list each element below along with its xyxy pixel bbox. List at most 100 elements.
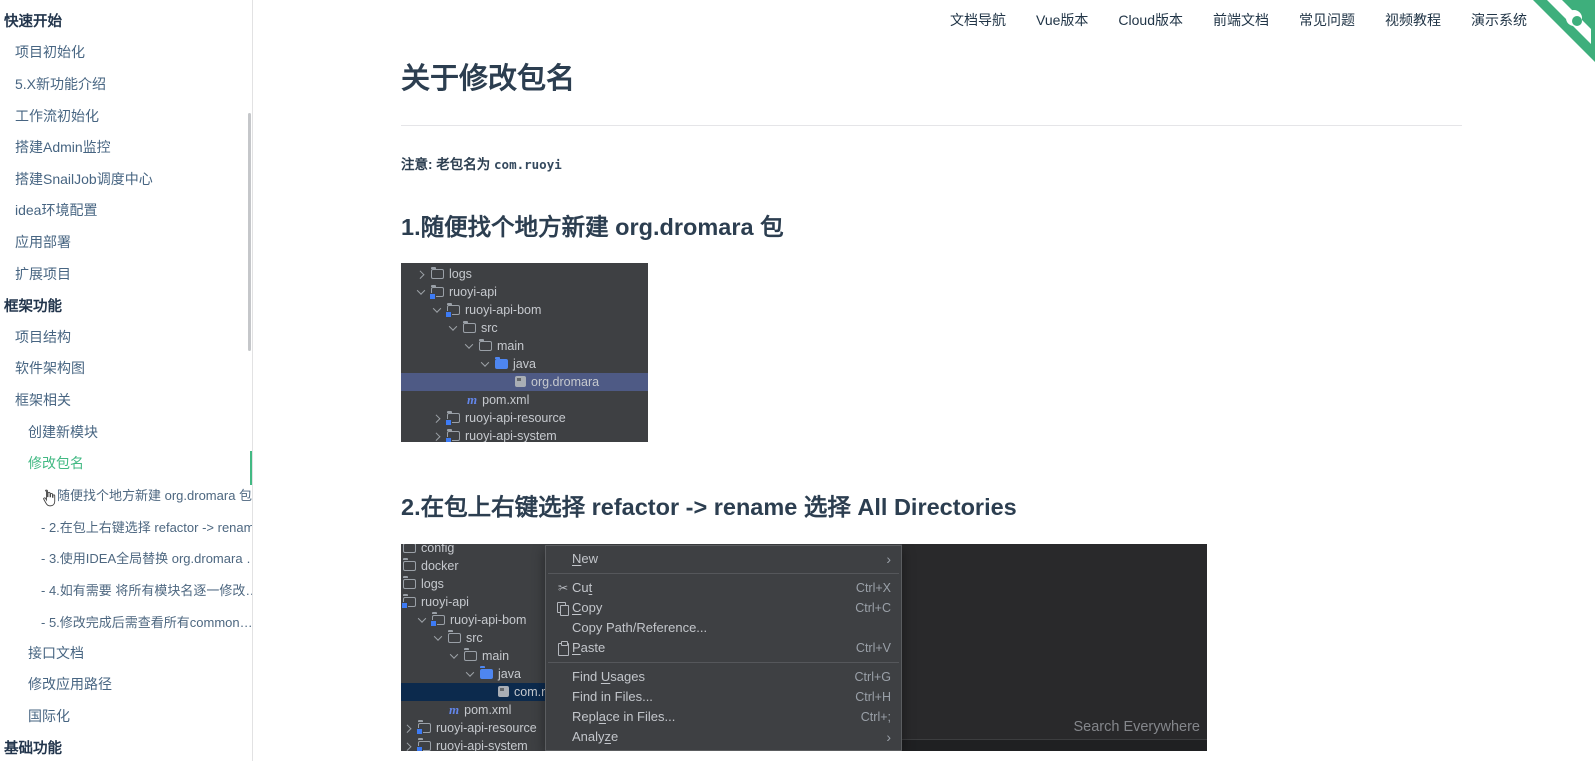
- menu-separator: [548, 573, 899, 574]
- source-folder-icon: [495, 359, 508, 369]
- submenu-arrow-icon: ›: [886, 552, 891, 566]
- nav-link[interactable]: 视频教程: [1385, 10, 1441, 30]
- sidebar-item[interactable]: 框架相关: [0, 384, 252, 416]
- chevron-down-icon: [462, 339, 476, 353]
- hand-cursor-icon: [41, 489, 56, 507]
- sidebar-scrollbar-thumb[interactable]: [248, 113, 251, 351]
- sidebar-item-label: 修改应用路径: [28, 674, 112, 694]
- menu-item: Find in Files...Ctrl+H: [546, 687, 901, 707]
- sidebar-item-label: 软件架构图: [15, 358, 85, 378]
- sidebar-item[interactable]: - 3.使用IDEA全局替换 org.dromara …: [0, 542, 252, 574]
- menu-icon-placeholder: [554, 708, 572, 726]
- sidebar-item-label: 搭建Admin监控: [15, 137, 111, 157]
- sidebar-item[interactable]: 创建新模块: [0, 416, 252, 448]
- tree-item-label: ruoyi-api-resource: [436, 721, 537, 735]
- section-heading-1: 1.随便找个地方新建 org.dromara 包: [401, 213, 1462, 242]
- sidebar-item-label: - 2.在包上右键选择 refactor -> renam…: [41, 517, 253, 536]
- ide-screenshot-1: logsruoyi-apiruoyi-api-bomsrcmainjavaorg…: [401, 263, 648, 442]
- module-folder-icon: [432, 615, 445, 625]
- ide-screenshot-2: configdockerlogsruoyi-apiruoyi-api-bomsr…: [401, 544, 1207, 751]
- tree-item-label: src: [466, 631, 483, 645]
- source-folder-icon: [480, 669, 493, 679]
- corner-ribbon[interactable]: [1533, 0, 1595, 62]
- sidebar-item[interactable]: 工作流初始化: [0, 100, 252, 132]
- tree-row: ruoyi-api-system: [401, 427, 648, 442]
- tree-item-label: ruoyi-api: [449, 285, 497, 299]
- paste-icon: [554, 639, 572, 657]
- sidebar-item-active[interactable]: 修改包名: [0, 447, 252, 479]
- nav-link[interactable]: Vue版本: [1036, 10, 1088, 30]
- menu-icon-placeholder: [554, 688, 572, 706]
- scissors-icon: [554, 579, 572, 597]
- folder-icon: [463, 323, 476, 333]
- tree-row: java: [401, 355, 648, 373]
- tree-item-label: pom.xml: [482, 393, 529, 407]
- menu-icon-placeholder: [554, 668, 572, 686]
- sidebar-item[interactable]: 搭建Admin监控: [0, 131, 252, 163]
- sidebar-item-label: 框架功能: [4, 295, 62, 316]
- sidebar-item-label: idea环境配置: [15, 200, 97, 220]
- sidebar-item[interactable]: 项目初始化: [0, 37, 252, 69]
- menu-shortcut: Ctrl+C: [855, 601, 891, 615]
- sidebar-item-label: 国际化: [28, 706, 70, 726]
- sidebar-item[interactable]: - 5.修改完成后需查看所有common…: [0, 605, 252, 637]
- menu-item-label: Copy Path/Reference...: [572, 620, 707, 635]
- note-line: 注意: 老包名为 com.ruoyi: [401, 153, 1462, 173]
- sidebar-item-label: 搭建SnailJob调度中心: [15, 169, 153, 189]
- sidebar-item-label: 修改包名: [28, 453, 84, 473]
- sidebar-item[interactable]: 5.X新功能介绍: [0, 68, 252, 100]
- sidebar-item[interactable]: 搭建SnailJob调度中心: [0, 163, 252, 195]
- sidebar-item-label: 工作流初始化: [15, 106, 99, 126]
- menu-shortcut: Ctrl+;: [861, 710, 891, 724]
- sidebar-item-label: 项目初始化: [15, 42, 85, 62]
- menu-item: CutCtrl+X: [546, 578, 901, 598]
- sidebar-item[interactable]: 随便找个地方新建 org.dromara 包: [0, 479, 252, 511]
- nav-link[interactable]: 演示系统: [1471, 10, 1527, 30]
- folder-icon: [448, 633, 461, 643]
- tree-row: org.dromara: [401, 373, 648, 391]
- tree-row: ruoyi-api-bom: [401, 301, 648, 319]
- module-folder-icon: [418, 741, 431, 751]
- top-navbar: 文档导航 Vue版本 Cloud版本 前端文档 常见问题 视频教程 演示系统: [253, 0, 1595, 40]
- menu-shortcut: Ctrl+G: [855, 670, 891, 684]
- tree-item-label: src: [481, 321, 498, 335]
- sidebar-item-label: 5.X新功能介绍: [15, 74, 106, 94]
- tree-item-label: logs: [421, 577, 444, 591]
- tree-item-label: ruoyi-api-system: [436, 739, 528, 751]
- sidebar-item[interactable]: 接口文档: [0, 637, 252, 669]
- sidebar-item[interactable]: 修改应用路径: [0, 668, 252, 700]
- sidebar-item[interactable]: - 2.在包上右键选择 refactor -> renam…: [0, 511, 252, 543]
- menu-item-label: New: [572, 551, 598, 566]
- chevron-down-icon: [446, 321, 460, 335]
- sidebar-item[interactable]: 扩展项目: [0, 258, 252, 290]
- menu-item-label: Find Usages: [572, 669, 645, 684]
- chevron-right-icon: [401, 739, 415, 751]
- package-icon: [515, 376, 526, 387]
- nav-link[interactable]: 常见问题: [1299, 10, 1355, 30]
- tree-item-label: main: [482, 649, 509, 663]
- sidebar-item[interactable]: 国际化: [0, 700, 252, 732]
- ide2-editor-area: Search Everywhere: [902, 544, 1207, 751]
- nav-link[interactable]: 文档导航: [950, 10, 1006, 30]
- package-icon: [498, 686, 509, 697]
- sidebar-item[interactable]: 软件架构图: [0, 353, 252, 385]
- sidebar-item[interactable]: - 4.如有需要 将所有模块名逐一修改…: [0, 574, 252, 606]
- tree-item-label: ruoyi-api-bom: [450, 613, 526, 627]
- sidebar-section-title: 基础功能: [0, 732, 252, 761]
- nav-link[interactable]: Cloud版本: [1118, 10, 1183, 30]
- module-folder-icon: [431, 287, 444, 297]
- chevron-right-icon: [401, 721, 415, 735]
- menu-item: New ›: [546, 549, 901, 569]
- menu-icon-placeholder: [554, 619, 572, 637]
- nav-link[interactable]: 前端文档: [1213, 10, 1269, 30]
- folder-icon: [479, 341, 492, 351]
- sidebar-item[interactable]: 项目结构: [0, 321, 252, 353]
- tree-row: ruoyi-api: [401, 283, 648, 301]
- menu-item: Analyze›: [546, 727, 901, 747]
- page-title: 关于修改包名: [401, 62, 1462, 97]
- chevron-down-icon: [431, 631, 445, 645]
- sidebar-item[interactable]: 应用部署: [0, 226, 252, 258]
- menu-item: Copy Path/Reference...: [546, 618, 901, 638]
- sidebar-item[interactable]: idea环境配置: [0, 195, 252, 227]
- sidebar-item-label: 接口文档: [28, 643, 84, 663]
